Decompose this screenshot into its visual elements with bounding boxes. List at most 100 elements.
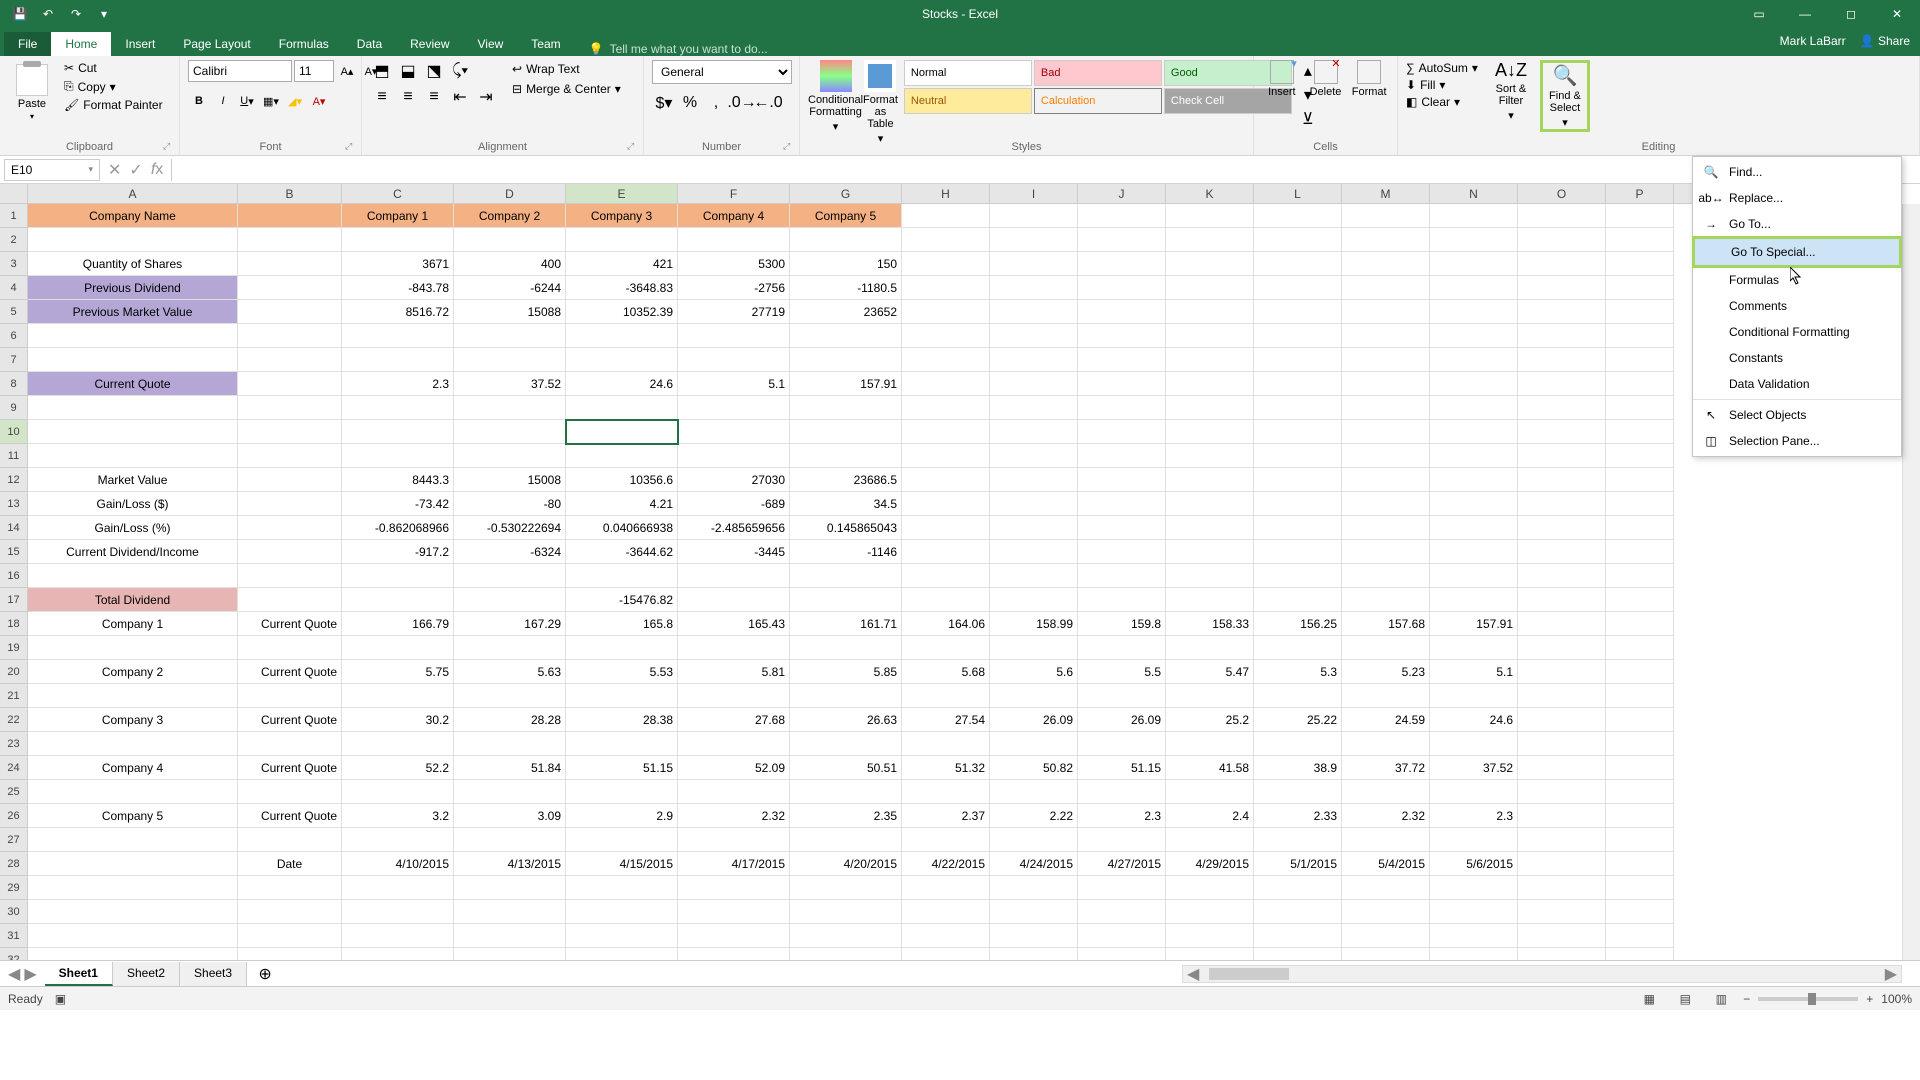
cell-P27[interactable]	[1606, 828, 1674, 852]
row-header-18[interactable]: 18	[0, 612, 27, 636]
col-header-O[interactable]: O	[1518, 184, 1606, 203]
cell-N13[interactable]	[1430, 492, 1518, 516]
cell-I24[interactable]: 50.82	[990, 756, 1078, 780]
cell-D31[interactable]	[454, 924, 566, 948]
qat-customize-icon[interactable]: ▾	[92, 2, 116, 26]
cell-K14[interactable]	[1166, 516, 1254, 540]
cell-H9[interactable]	[902, 396, 990, 420]
cell-M17[interactable]	[1342, 588, 1430, 612]
cell-M19[interactable]	[1342, 636, 1430, 660]
align-middle-icon[interactable]: ⬓	[396, 60, 420, 82]
cell-E28[interactable]: 4/15/2015	[566, 852, 678, 876]
merge-center-button[interactable]: ⊟Merge & Center ▾	[510, 80, 623, 98]
cell-D28[interactable]: 4/13/2015	[454, 852, 566, 876]
cell-E26[interactable]: 2.9	[566, 804, 678, 828]
cell-L25[interactable]	[1254, 780, 1342, 804]
cell-M7[interactable]	[1342, 348, 1430, 372]
cell-J22[interactable]: 26.09	[1078, 708, 1166, 732]
cell-L12[interactable]	[1254, 468, 1342, 492]
cell-F2[interactable]	[678, 228, 790, 252]
cell-G24[interactable]: 50.51	[790, 756, 902, 780]
cell-B23[interactable]	[238, 732, 342, 756]
cell-A10[interactable]	[28, 420, 238, 444]
row-header-7[interactable]: 7	[0, 348, 27, 372]
redo-icon[interactable]: ↷	[64, 2, 88, 26]
cell-O3[interactable]	[1518, 252, 1606, 276]
cell-D14[interactable]: -0.530222694	[454, 516, 566, 540]
cell-L27[interactable]	[1254, 828, 1342, 852]
cell-B28[interactable]: Date	[238, 852, 342, 876]
cell-A26[interactable]: Company 5	[28, 804, 238, 828]
menu-selection-pane[interactable]: ◫Selection Pane...	[1693, 428, 1901, 454]
cell-D15[interactable]: -6324	[454, 540, 566, 564]
cell-I15[interactable]	[990, 540, 1078, 564]
cell-K30[interactable]	[1166, 900, 1254, 924]
cell-H27[interactable]	[902, 828, 990, 852]
col-header-D[interactable]: D	[454, 184, 566, 203]
menu-cond-fmt[interactable]: Conditional Formatting	[1693, 319, 1901, 345]
align-bottom-icon[interactable]: ⬔	[422, 60, 446, 82]
cell-K15[interactable]	[1166, 540, 1254, 564]
cell-A8[interactable]: Current Quote	[28, 372, 238, 396]
cell-E2[interactable]	[566, 228, 678, 252]
cell-C23[interactable]	[342, 732, 454, 756]
cell-L14[interactable]	[1254, 516, 1342, 540]
currency-icon[interactable]: $▾	[652, 92, 676, 114]
cell-I31[interactable]	[990, 924, 1078, 948]
cell-F8[interactable]: 5.1	[678, 372, 790, 396]
cell-H21[interactable]	[902, 684, 990, 708]
cell-N5[interactable]	[1430, 300, 1518, 324]
cell-A7[interactable]	[28, 348, 238, 372]
select-all-corner[interactable]	[0, 184, 28, 204]
cell-P4[interactable]	[1606, 276, 1674, 300]
cell-J11[interactable]	[1078, 444, 1166, 468]
cell-I18[interactable]: 158.99	[990, 612, 1078, 636]
increase-decimal-icon[interactable]: .0→	[730, 92, 754, 114]
cell-E31[interactable]	[566, 924, 678, 948]
tab-team[interactable]: Team	[517, 32, 574, 56]
col-header-C[interactable]: C	[342, 184, 454, 203]
cell-F11[interactable]	[678, 444, 790, 468]
menu-comments[interactable]: Comments	[1693, 293, 1901, 319]
cell-O11[interactable]	[1518, 444, 1606, 468]
row-header-29[interactable]: 29	[0, 876, 27, 900]
cell-C15[interactable]: -917.2	[342, 540, 454, 564]
cell-J24[interactable]: 51.15	[1078, 756, 1166, 780]
normal-view-icon[interactable]: ▦	[1635, 990, 1663, 1008]
cell-E18[interactable]: 165.8	[566, 612, 678, 636]
cell-N30[interactable]	[1430, 900, 1518, 924]
cell-D1[interactable]: Company 2	[454, 204, 566, 228]
cell-N28[interactable]: 5/6/2015	[1430, 852, 1518, 876]
cell-L24[interactable]: 38.9	[1254, 756, 1342, 780]
cell-C4[interactable]: -843.78	[342, 276, 454, 300]
cell-I14[interactable]	[990, 516, 1078, 540]
cell-K22[interactable]: 25.2	[1166, 708, 1254, 732]
cell-G7[interactable]	[790, 348, 902, 372]
cell-B19[interactable]	[238, 636, 342, 660]
cell-J15[interactable]	[1078, 540, 1166, 564]
cell-I1[interactable]	[990, 204, 1078, 228]
cell-N12[interactable]	[1430, 468, 1518, 492]
cell-N11[interactable]	[1430, 444, 1518, 468]
copy-button[interactable]: ⎘Copy ▾	[64, 78, 163, 95]
insert-cells-button[interactable]: ▾Insert	[1262, 60, 1302, 98]
cell-A24[interactable]: Company 4	[28, 756, 238, 780]
cell-N2[interactable]	[1430, 228, 1518, 252]
cell-N3[interactable]	[1430, 252, 1518, 276]
cell-K32[interactable]	[1166, 948, 1254, 960]
row-header-25[interactable]: 25	[0, 780, 27, 804]
cell-J26[interactable]: 2.3	[1078, 804, 1166, 828]
cell-F1[interactable]: Company 4	[678, 204, 790, 228]
cell-G30[interactable]	[790, 900, 902, 924]
cell-C8[interactable]: 2.3	[342, 372, 454, 396]
cell-O25[interactable]	[1518, 780, 1606, 804]
cell-M20[interactable]: 5.23	[1342, 660, 1430, 684]
cell-E32[interactable]	[566, 948, 678, 960]
cell-G26[interactable]: 2.35	[790, 804, 902, 828]
cell-M31[interactable]	[1342, 924, 1430, 948]
cell-L26[interactable]: 2.33	[1254, 804, 1342, 828]
cell-D3[interactable]: 400	[454, 252, 566, 276]
cell-D8[interactable]: 37.52	[454, 372, 566, 396]
cell-I29[interactable]	[990, 876, 1078, 900]
cell-D30[interactable]	[454, 900, 566, 924]
